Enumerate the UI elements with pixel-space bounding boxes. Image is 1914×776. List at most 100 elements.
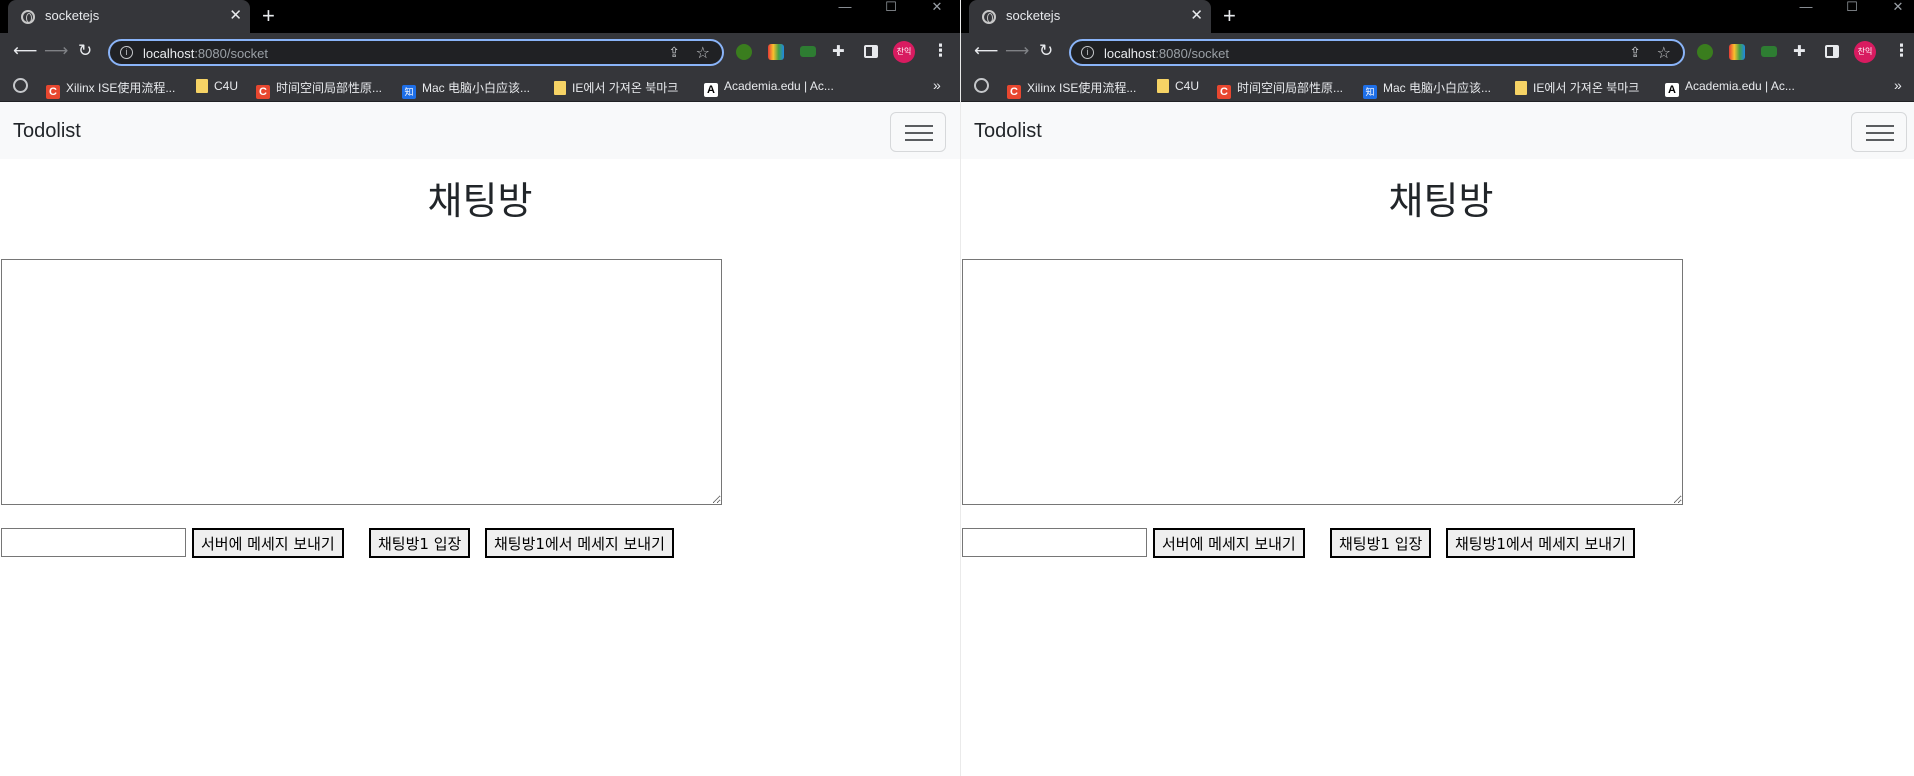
site-info-icon[interactable]: i [1081, 46, 1094, 59]
tab-strip: socketejs ✕ + — ☐ ✕ [0, 0, 960, 33]
send-to-server-button[interactable]: 서버에 메세지 보내기 [1153, 528, 1305, 558]
folder-icon [196, 79, 208, 93]
apps-globe-icon[interactable] [13, 78, 28, 93]
bookmarks-overflow-chevron[interactable]: » [933, 77, 941, 93]
bookmark-c-icon: C [1217, 85, 1231, 99]
bookmark-item[interactable]: A Academia.edu | Ac... [704, 79, 834, 97]
message-input[interactable] [1, 528, 186, 557]
forward-arrow-icon[interactable]: ⟶ [44, 41, 68, 61]
chat-log-textarea[interactable] [1, 259, 722, 505]
bookmark-star-icon[interactable]: ☆ [696, 43, 710, 63]
bookmark-item[interactable]: A Academia.edu | Ac... [1665, 79, 1795, 97]
profile-avatar[interactable]: 찬익 [893, 41, 915, 63]
puzzle-icon[interactable]: ✚ [1793, 42, 1809, 60]
tab-close-icon[interactable]: ✕ [1190, 6, 1203, 24]
tab-title: socketejs [45, 8, 100, 23]
puzzle-icon[interactable]: ✚ [832, 42, 848, 60]
close-window-button[interactable]: ✕ [914, 0, 960, 14]
bookmarks-bar: C Xilinx ISE使用流程... C4U C 时间空间局部性原... 知 Mac… [0, 71, 960, 102]
hamburger-line [1866, 125, 1894, 127]
maximize-button[interactable]: ☐ [868, 0, 914, 14]
hamburger-line [905, 139, 933, 141]
browser-tab[interactable]: socketejs ✕ [8, 0, 250, 33]
address-bar[interactable]: i localhost:8080/socket ⇪ ☆ [108, 39, 724, 66]
bookmark-star-icon[interactable]: ☆ [1657, 43, 1671, 63]
extension-color-icon[interactable] [1729, 44, 1745, 60]
tab-strip: socketejs ✕ + — ☐ ✕ [961, 0, 1914, 33]
back-arrow-icon[interactable]: ⟵ [974, 41, 998, 61]
join-room-button[interactable]: 채팅방1 입장 [1330, 528, 1432, 558]
reload-icon[interactable]: ↻ [78, 41, 92, 61]
page-title: 채팅방 [427, 179, 533, 223]
site-navbar: Todolist [961, 102, 1914, 159]
tab-title: socketejs [1006, 8, 1061, 23]
minimize-button[interactable]: — [822, 0, 868, 14]
zhihu-icon: 知 [1363, 85, 1377, 99]
url-text[interactable]: localhost:8080/socket [1104, 46, 1229, 61]
bookmark-c-icon: C [256, 85, 270, 99]
navbar-brand[interactable]: Todolist [13, 120, 81, 143]
reload-icon[interactable]: ↻ [1039, 41, 1053, 61]
bookmark-item[interactable]: C 时间空间局部性原... [256, 79, 382, 99]
share-icon[interactable]: ⇪ [668, 44, 680, 61]
folder-icon [1515, 81, 1527, 95]
bookmark-item[interactable]: IE에서 가져온 북마크 [554, 79, 678, 96]
bookmarks-overflow-chevron[interactable]: » [1894, 77, 1902, 93]
share-icon[interactable]: ⇪ [1629, 44, 1641, 61]
hamburger-line [905, 125, 933, 127]
browser-window-right: socketejs ✕ + — ☐ ✕ ⟵ ⟶ ↻ i localhost:80… [961, 0, 1914, 776]
url-text[interactable]: localhost:8080/socket [143, 46, 268, 61]
bookmark-c-icon: C [1007, 85, 1021, 99]
tab-close-icon[interactable]: ✕ [229, 6, 242, 24]
hamburger-line [905, 132, 933, 134]
bookmark-item[interactable]: C4U [1157, 79, 1199, 93]
browser-toolbar: ⟵ ⟶ ↻ i localhost:8080/socket ⇪ ☆ ✚ 찬익 ⋮ [961, 33, 1914, 71]
page-title: 채팅방 [1388, 179, 1494, 223]
bookmark-item[interactable]: C 时间空间局部性原... [1217, 79, 1343, 99]
site-info-icon[interactable]: i [120, 46, 133, 59]
chat-log-textarea[interactable] [962, 259, 1683, 505]
academia-icon: A [704, 83, 718, 97]
message-input[interactable] [962, 528, 1147, 557]
send-to-server-button[interactable]: 서버에 메세지 보내기 [192, 528, 344, 558]
address-bar[interactable]: i localhost:8080/socket ⇪ ☆ [1069, 39, 1685, 66]
bookmark-item[interactable]: C4U [196, 79, 238, 93]
folder-icon [554, 81, 566, 95]
bookmark-item[interactable]: C Xilinx ISE使用流程... [46, 79, 175, 99]
kebab-menu-icon[interactable]: ⋮ [1893, 41, 1910, 61]
side-panel-icon[interactable] [1825, 45, 1839, 58]
browser-toolbar: ⟵ ⟶ ↻ i localhost:8080/socket ⇪ ☆ ✚ 찬익 ⋮ [0, 33, 960, 71]
browser-tab[interactable]: socketejs ✕ [969, 0, 1211, 33]
extension-green-icon[interactable] [736, 44, 752, 60]
side-panel-icon[interactable] [864, 45, 878, 58]
hamburger-menu-button[interactable] [1851, 112, 1907, 152]
send-to-room-button[interactable]: 채팅방1에서 메세지 보내기 [1446, 528, 1635, 558]
minimize-button[interactable]: — [1783, 0, 1829, 14]
new-tab-button[interactable]: + [262, 3, 275, 29]
join-room-button[interactable]: 채팅방1 입장 [369, 528, 471, 558]
browser-window-left: socketejs ✕ + — ☐ ✕ ⟵ ⟶ ↻ i localhost:80… [0, 0, 960, 776]
extension-color-icon[interactable] [768, 44, 784, 60]
forward-arrow-icon[interactable]: ⟶ [1005, 41, 1029, 61]
bookmark-item[interactable]: IE에서 가져온 북마크 [1515, 79, 1639, 96]
bookmarks-bar: C Xilinx ISE使用流程... C4U C 时间空间局部性原... 知 Mac… [961, 71, 1914, 102]
send-to-room-button[interactable]: 채팅방1에서 메세지 보내기 [485, 528, 674, 558]
navbar-brand[interactable]: Todolist [974, 120, 1042, 143]
bookmark-item[interactable]: C Xilinx ISE使用流程... [1007, 79, 1136, 99]
globe-icon [982, 10, 996, 24]
hamburger-line [1866, 139, 1894, 141]
bookmark-item[interactable]: 知 Mac 电脑小白应该... [402, 79, 530, 99]
back-arrow-icon[interactable]: ⟵ [13, 41, 37, 61]
new-tab-button[interactable]: + [1223, 3, 1236, 29]
apps-globe-icon[interactable] [974, 78, 989, 93]
close-window-button[interactable]: ✕ [1875, 0, 1914, 14]
extension-card-icon[interactable] [800, 46, 816, 57]
extension-green-icon[interactable] [1697, 44, 1713, 60]
desktop: socketejs ✕ + — ☐ ✕ ⟵ ⟶ ↻ i localhost:80… [0, 0, 1914, 776]
extension-card-icon[interactable] [1761, 46, 1777, 57]
maximize-button[interactable]: ☐ [1829, 0, 1875, 14]
hamburger-menu-button[interactable] [890, 112, 946, 152]
kebab-menu-icon[interactable]: ⋮ [932, 41, 949, 61]
profile-avatar[interactable]: 찬익 [1854, 41, 1876, 63]
bookmark-item[interactable]: 知 Mac 电脑小白应该... [1363, 79, 1491, 99]
